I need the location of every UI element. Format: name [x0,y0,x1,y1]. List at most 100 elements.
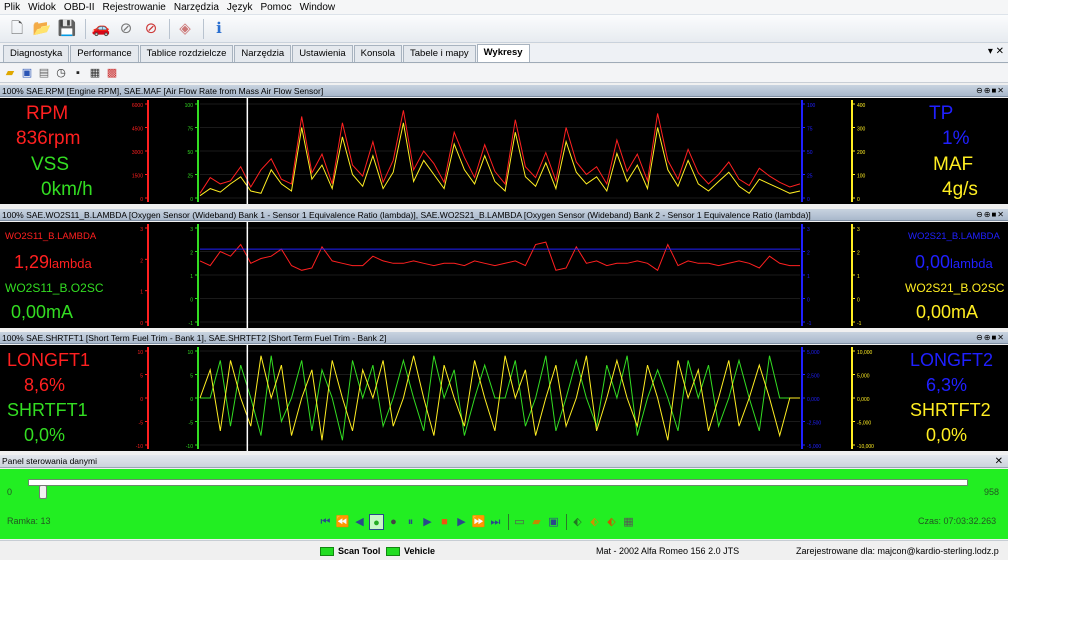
rewind-fast-icon[interactable]: ⏪ [335,514,350,530]
disconnect-icon[interactable]: ⊘ [140,18,162,40]
axis-tick-label: 10 [137,350,143,356]
axis-tick-label: 10,000 [857,350,873,356]
tab-wykresy[interactable]: Wykresy [476,44,530,62]
save-icon[interactable]: ▣ [20,66,34,80]
step-back-icon[interactable]: ◀ [352,514,367,530]
axis-tick-label: 2 [857,251,860,257]
series-line-maf [199,122,801,197]
axis-tick-label: 6000 [132,103,143,109]
first-frame-icon[interactable]: ⏮ [318,514,333,530]
marker-icon[interactable]: ⬖ [587,514,602,530]
vehicle-status: Vehicle [386,544,435,558]
axis-tick-label: 1 [190,274,193,280]
car-icon[interactable]: 🚗 [90,18,112,40]
close-icon[interactable]: ✕ [995,455,1003,468]
tab-ustawienia[interactable]: Ustawienia [292,45,353,62]
value-wo2s11-lambda: 1,29lambda [14,252,92,272]
forward-fast-icon[interactable]: ⏩ [471,514,486,530]
menu-plik[interactable]: Plik [0,0,24,15]
tab-window-controls[interactable]: ▾ ✕ [988,46,1004,57]
add-marker-icon[interactable]: ⬖ [570,514,585,530]
axis-tick-label: 10 [187,350,193,356]
stop-record-icon[interactable]: ■ [437,514,452,530]
tab-diagnostyka[interactable]: Diagnostyka [3,45,70,62]
label-shrtft1: SHRTFT1 [7,400,88,420]
stop-icon[interactable]: ● [386,514,401,530]
panel-header-text: 100% SAE.RPM [Engine RPM], SAE.MAF [Air … [2,86,324,96]
panel-header-lambda: 100% SAE.WO2S11_B.LAMBDA [Oxygen Sensor … [0,209,1008,221]
tab-performance[interactable]: Performance [70,45,139,62]
control-panel-title: Panel sterowania danymi [2,456,97,466]
save-icon[interactable]: ▣ [546,514,561,530]
step-forward-icon[interactable]: ▶ [454,514,469,530]
axis-tick-label: 1 [140,290,143,296]
chart-lambda[interactable]: 3 2 1 0 3 2 1 0 -1 3 2 1 0 -1 3 2 1 0 -1 [0,222,1008,328]
axis-tick-label: -5,000 [857,421,871,427]
value-rpm: 836rpm [16,128,81,149]
tab-konsola[interactable]: Konsola [353,45,402,62]
new-file-icon[interactable]: ▭ [512,514,527,530]
grid-icon[interactable]: ▦ [621,514,636,530]
axis-tick-label: 200 [857,150,866,156]
axis-tick-label: 100 [807,103,816,109]
connect-icon[interactable]: ⊘ [115,18,137,40]
axis-tick-label: 0 [140,321,143,327]
value-shrtft1: 0,0% [24,425,66,445]
axis-tick-label: 3000 [132,150,143,156]
save-icon[interactable]: 💾 [56,18,78,40]
timer-icon[interactable]: ◷ [54,66,68,80]
info-icon[interactable]: ℹ [208,18,230,40]
label-tp: TP [929,103,954,124]
panel-controls[interactable]: ⊖⊕■✕ [976,85,1005,96]
axis-tick-label: 400 [857,103,866,109]
frame-slider-track[interactable] [28,479,968,486]
scan-tool-status: Scan Tool [320,544,380,558]
last-frame-icon[interactable]: ⏭ [488,514,503,530]
new-file-icon[interactable]: 🗋 [6,18,28,40]
tab-tabele-i-mapy[interactable]: Tabele i mapy [403,45,476,62]
play-icon[interactable]: ▶ [420,514,435,530]
axis-tick-label: 25 [187,174,193,180]
print-icon[interactable]: ▤ [37,66,51,80]
panel-controls[interactable]: ⊖⊕■✕ [976,332,1005,343]
label-wo2s21-o2sc: WO2S21_B.O2SC [905,281,1005,295]
chart-fuel-trim[interactable]: 10 5 0 -5 -10 10 5 0 -5 -10 5,000 2,500 0,000 -2,500 -… [0,345,1008,451]
value-longft1: 8,6% [24,375,66,395]
panel-header-fuel-trim: 100% SAE.SHRTFT1 [Short Term Fuel Trim -… [0,332,1008,344]
menu-pomoc[interactable]: Pomoc [256,0,295,15]
axis-tick-label: 0 [857,298,860,304]
monitor-icon[interactable]: ▪ [71,66,85,80]
application-window: Plik Widok OBD-II Rejestrowanie Narzędzi… [0,0,1008,560]
remove-marker-icon[interactable]: ⬖ [604,514,619,530]
time-indicator: Czas: 07:03:32.263 [918,516,996,526]
chart-rpm-maf[interactable]: 6000450030001500010075502501007550250400… [0,98,1008,204]
open-folder-icon[interactable]: ▰ [3,66,17,80]
menu-window[interactable]: Window [296,0,340,15]
gauge-icon[interactable]: ◈ [174,18,196,40]
panel-header-text: 100% SAE.SHRTFT1 [Short Term Fuel Trim -… [2,333,387,343]
value-wo2s21-o2sc: 0,00mA [916,302,979,322]
value-maf: 4g/s [942,179,978,200]
open-folder-icon[interactable]: 📂 [31,18,53,40]
panel-controls[interactable]: ⊖⊕■✕ [976,209,1005,220]
pause-icon[interactable]: ⏸ [403,514,418,530]
axis-tick-label: 0 [190,197,193,203]
menu-obd[interactable]: OBD-II [60,0,99,15]
color-grid-icon[interactable]: ▩ [105,66,119,80]
axis-tick-label: 0 [190,397,193,403]
record-icon[interactable]: ● [369,514,384,530]
tab-narzedzia[interactable]: Narzędzia [234,45,292,62]
tab-tablice-rozdzielcze[interactable]: Tablice rozdzielcze [139,45,234,62]
axis-tick-label: 50 [187,150,193,156]
panel-header-rpm-maf: 100% SAE.RPM [Engine RPM], SAE.MAF [Air … [0,85,1008,97]
menu-rejestrowanie[interactable]: Rejestrowanie [98,0,169,15]
open-folder-icon[interactable]: ▰ [529,514,544,530]
frame-slider-thumb[interactable] [38,485,47,499]
menu-narzedzia[interactable]: Narzędzia [170,0,223,15]
menu-jezyk[interactable]: Język [223,0,257,15]
axis-tick-label: 0 [140,397,143,403]
table-icon[interactable]: ▦ [88,66,102,80]
vehicle-info: Mat - 2002 Alfa Romeo 156 2.0 JTS [596,546,740,556]
data-control-panel: 0 958 Ramka: 13 Czas: 07:03:32.263 ⏮ ⏪ ◀… [0,469,1008,539]
menu-widok[interactable]: Widok [24,0,60,15]
